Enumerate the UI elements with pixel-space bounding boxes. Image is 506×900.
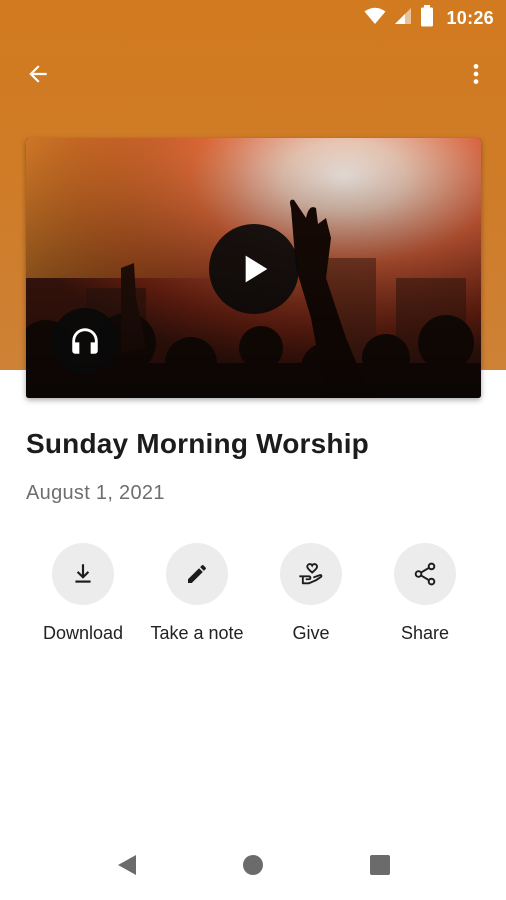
status-bar: 10:26 — [0, 0, 506, 36]
back-button[interactable] — [16, 52, 60, 96]
more-options-button[interactable] — [454, 52, 498, 96]
share-label: Share — [400, 623, 450, 643]
signal-icon — [394, 7, 412, 30]
sermon-title: Sunday Morning Worship — [26, 428, 369, 459]
action-row: Download Take a note Give Share — [0, 543, 506, 653]
play-button[interactable] — [209, 224, 299, 314]
download-label: Download — [42, 623, 124, 643]
video-thumbnail[interactable] — [26, 138, 481, 398]
take-note-label: Take a note — [150, 623, 244, 643]
audio-button[interactable] — [52, 308, 118, 374]
nav-back-button[interactable] — [112, 850, 142, 880]
more-vert-icon — [473, 64, 479, 84]
give-hand-heart-icon — [299, 563, 323, 585]
app-bar — [0, 46, 506, 102]
share-button[interactable]: Share — [365, 543, 485, 653]
status-time: 10:26 — [446, 7, 494, 28]
play-icon — [245, 255, 268, 283]
nav-recents-icon — [370, 855, 390, 875]
nav-home-icon — [243, 855, 263, 875]
sermon-detail-screen: 10:26 Sunday Morning Worship August 1, 2… — [0, 0, 506, 900]
take-note-circle — [166, 543, 228, 605]
pencil-icon — [188, 564, 207, 583]
give-button[interactable]: Give — [251, 543, 371, 653]
system-nav-bar — [0, 830, 506, 900]
give-label: Give — [292, 623, 330, 643]
take-note-button[interactable]: Take a note — [137, 543, 257, 653]
nav-home-button[interactable] — [238, 850, 268, 880]
wifi-icon — [364, 7, 386, 30]
share-circle — [394, 543, 456, 605]
download-circle — [52, 543, 114, 605]
download-icon — [75, 564, 91, 583]
sermon-date: August 1, 2021 — [26, 482, 165, 504]
download-button[interactable]: Download — [23, 543, 143, 653]
nav-back-icon — [118, 855, 136, 875]
battery-icon — [420, 4, 434, 32]
share-icon — [414, 562, 436, 586]
headphones-icon — [72, 328, 98, 354]
give-circle — [280, 543, 342, 605]
nav-recents-button[interactable] — [365, 850, 395, 880]
arrow-back-icon — [29, 65, 47, 83]
